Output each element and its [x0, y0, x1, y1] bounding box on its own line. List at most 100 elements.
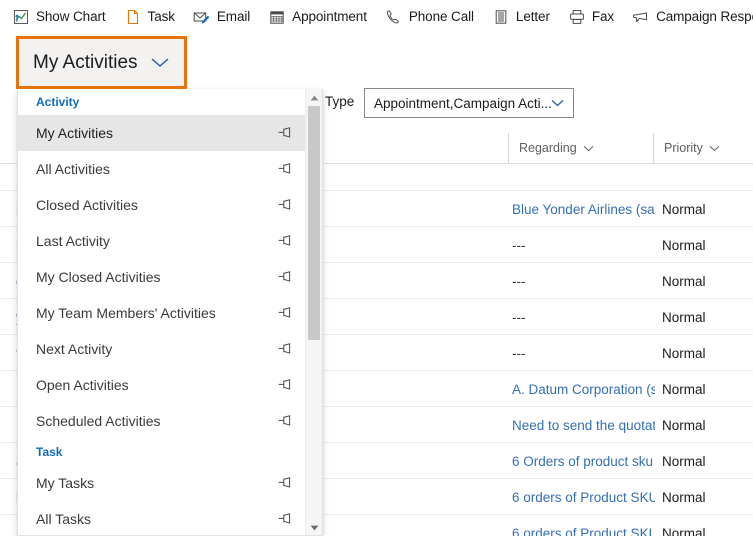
view-item-open-activities[interactable]: Open Activities [18, 367, 307, 403]
campaign-response-megaphone-icon [632, 8, 650, 26]
column-header-label: Priority [664, 141, 703, 155]
pin-icon[interactable] [277, 342, 293, 356]
cell-regarding[interactable]: Blue Yonder Airlines (sam [512, 191, 655, 227]
cell-regarding: --- [512, 345, 526, 361]
cell-priority: Normal [662, 345, 706, 361]
cell-priority: Normal [662, 309, 706, 325]
pin-icon[interactable] [277, 512, 293, 526]
pin-icon[interactable] [277, 270, 293, 284]
pin-icon[interactable] [277, 234, 293, 248]
chevron-down-icon [709, 145, 720, 152]
scroll-up-arrow-icon[interactable] [306, 89, 322, 106]
command-fax[interactable]: Fax [568, 0, 614, 33]
cell-priority: Normal [662, 201, 706, 217]
view-item-label: Next Activity [36, 341, 113, 357]
view-list: Activity My Activities All Activities Cl… [18, 89, 307, 535]
type-filter-dropdown[interactable]: Appointment,Campaign Acti... [364, 88, 574, 118]
chevron-down-icon [551, 99, 564, 107]
command-label: Fax [591, 9, 615, 24]
cell-priority: Normal [662, 381, 706, 397]
command-label: Phone Call [408, 9, 474, 24]
command-campaign-response[interactable]: Campaign Response [632, 0, 753, 33]
cell-regarding[interactable]: 6 orders of Product SKU . [512, 515, 655, 536]
letter-lines-icon [492, 8, 510, 26]
cell-priority: Normal [662, 237, 706, 253]
command-bar: Show Chart Task Email Appointment Phone … [0, 0, 753, 33]
view-item-all-activities[interactable]: All Activities [18, 151, 307, 187]
view-item-all-tasks[interactable]: All Tasks [18, 501, 307, 535]
email-envelope-icon [193, 8, 211, 26]
cell-priority: Normal [662, 273, 706, 289]
column-header-regarding[interactable]: Regarding [508, 133, 653, 163]
view-selector-label: My Activities [33, 51, 138, 73]
cell-regarding: --- [512, 237, 526, 253]
pin-icon[interactable] [277, 306, 293, 320]
command-label: Campaign Response [656, 9, 753, 24]
view-group-title: Task [36, 445, 63, 459]
view-item-label: My Tasks [36, 475, 95, 491]
view-group-header-activity: Activity [18, 89, 307, 115]
cell-priority: Normal [662, 525, 706, 536]
command-label: Letter [515, 9, 550, 24]
chevron-down-icon [150, 57, 170, 68]
pin-icon[interactable] [277, 414, 293, 428]
view-item-my-closed-activities[interactable]: My Closed Activities [18, 259, 307, 295]
pin-icon[interactable] [277, 476, 293, 490]
cell-regarding: --- [512, 273, 526, 289]
cell-regarding[interactable]: A. Datum Corporation (sa [512, 371, 655, 407]
command-appointment[interactable]: Appointment [268, 0, 367, 33]
column-header-priority[interactable]: Priority [653, 133, 753, 163]
command-letter[interactable]: Letter [492, 0, 550, 33]
pin-icon[interactable] [277, 378, 293, 392]
type-filter-value: Appointment,Campaign Acti... [374, 95, 551, 111]
cell-regarding [512, 164, 655, 191]
activities-view-screen: Show Chart Task Email Appointment Phone … [0, 0, 753, 536]
appointment-calendar-icon [268, 8, 286, 26]
view-item-my-activities[interactable]: My Activities [18, 115, 307, 151]
view-item-scheduled-activities[interactable]: Scheduled Activities [18, 403, 307, 439]
view-item-label: Closed Activities [36, 197, 138, 213]
cell-regarding[interactable]: Need to send the quotati [512, 407, 655, 443]
view-item-label: Last Activity [36, 233, 110, 249]
fax-printer-icon [568, 8, 586, 26]
pin-icon[interactable] [277, 162, 293, 176]
view-item-my-team-members-activities[interactable]: My Team Members' Activities [18, 295, 307, 331]
flyout-scrollbar[interactable] [305, 89, 322, 535]
view-selector-button[interactable]: My Activities [16, 36, 187, 89]
view-group-header-task: Task [18, 439, 307, 465]
view-item-closed-activities[interactable]: Closed Activities [18, 187, 307, 223]
view-selector-flyout: Activity My Activities All Activities Cl… [17, 89, 323, 536]
view-group-title: Activity [36, 95, 80, 109]
show-chart-icon [12, 8, 30, 26]
command-task[interactable]: Task [124, 0, 175, 33]
view-item-my-tasks[interactable]: My Tasks [18, 465, 307, 501]
command-phone-call[interactable]: Phone Call [385, 0, 474, 33]
pin-icon[interactable] [277, 198, 293, 212]
scroll-down-arrow-icon[interactable] [306, 519, 322, 535]
cell-priority: Normal [662, 417, 706, 433]
view-item-label: My Closed Activities [36, 269, 161, 285]
command-label: Appointment [292, 9, 367, 24]
cell-priority [662, 164, 752, 191]
cell-priority: Normal [662, 453, 706, 469]
command-label: Email [216, 9, 251, 24]
view-item-label: Open Activities [36, 377, 129, 393]
scrollbar-thumb[interactable] [308, 106, 320, 340]
view-item-last-activity[interactable]: Last Activity [18, 223, 307, 259]
command-show-chart[interactable]: Show Chart [12, 0, 106, 33]
view-item-next-activity[interactable]: Next Activity [18, 331, 307, 367]
type-filter-label: Type [325, 94, 355, 109]
view-item-label: All Tasks [36, 511, 91, 527]
view-item-label: Scheduled Activities [36, 413, 161, 429]
command-email[interactable]: Email [193, 0, 250, 33]
view-item-label: All Activities [36, 161, 110, 177]
cell-regarding[interactable]: 6 Orders of product sku J [512, 443, 655, 479]
pin-icon[interactable] [277, 126, 293, 140]
column-header-label: Regarding [519, 141, 577, 155]
chevron-down-icon [583, 145, 594, 152]
cell-regarding[interactable]: 6 orders of Product SKU . [512, 479, 655, 515]
cell-priority: Normal [662, 489, 706, 505]
task-document-icon [124, 8, 142, 26]
cell-regarding: --- [512, 309, 526, 325]
view-item-label: My Team Members' Activities [36, 305, 216, 321]
